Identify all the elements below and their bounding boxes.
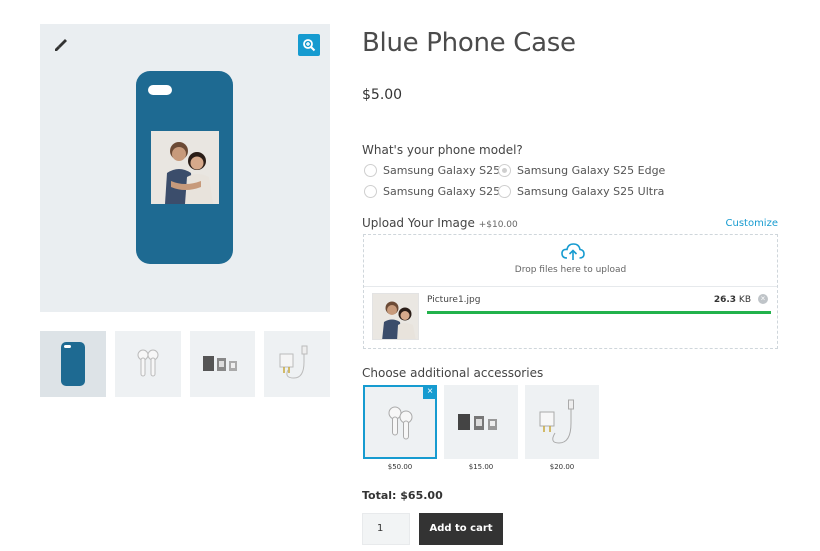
- accessory-sim-cards[interactable]: [444, 385, 518, 459]
- quantity-input[interactable]: 1: [362, 513, 410, 545]
- product-main-image[interactable]: [40, 24, 330, 312]
- thumbnail-charger[interactable]: [264, 331, 330, 397]
- sim-cards-icon: [203, 356, 238, 371]
- upload-label: Upload Your Image +$10.00: [362, 216, 518, 230]
- cloud-upload-icon: [561, 243, 585, 260]
- drop-files-text: Drop files here to upload: [514, 265, 627, 275]
- product-price: $5.00: [362, 87, 403, 103]
- charger-icon: [279, 345, 308, 379]
- radio-s25-edge[interactable]: Samsung Galaxy S25 Edge: [498, 164, 665, 177]
- accessory-price: $50.00: [387, 463, 413, 471]
- divider: [364, 286, 777, 287]
- accessory-earbuds[interactable]: ×: [363, 385, 437, 459]
- radio-circle[interactable]: [364, 164, 377, 177]
- custom-photo: [151, 131, 219, 204]
- accessory-price: $15.00: [468, 463, 494, 471]
- radio-label: Samsung Galaxy S25 Ultra: [517, 185, 665, 198]
- upload-progress-fill: [427, 311, 771, 314]
- brush-icon[interactable]: [54, 38, 68, 52]
- accessory-price: $20.00: [549, 463, 575, 471]
- product-title: Blue Phone Case: [362, 28, 576, 58]
- radio-label: Samsung Galaxy S25+: [383, 185, 510, 198]
- radio-circle[interactable]: [498, 164, 511, 177]
- accessories-label: Choose additional accessories: [362, 366, 544, 380]
- upload-label-text: Upload Your Image: [362, 216, 475, 230]
- zoom-in-icon: [303, 39, 316, 52]
- sim-cards-icon: [458, 414, 497, 430]
- remove-file-icon[interactable]: ×: [758, 294, 768, 304]
- upload-progress-bar: [427, 311, 771, 314]
- radio-label: Samsung Galaxy S25 Edge: [517, 164, 666, 177]
- phone-model-question: What's your phone model?: [362, 143, 523, 157]
- charger-icon: [539, 399, 574, 444]
- thumbnail-strip: [40, 331, 330, 397]
- uploaded-file-name: Picture1.jpg: [427, 295, 481, 305]
- camera-cutout: [148, 85, 172, 95]
- phone-case-preview: [136, 71, 233, 264]
- radio-s25-ultra[interactable]: Samsung Galaxy S25 Ultra: [498, 185, 664, 198]
- thumbnail-earbuds[interactable]: [114, 331, 181, 397]
- uploaded-file-thumbnail: [372, 293, 419, 340]
- remove-accessory-icon[interactable]: ×: [423, 385, 437, 399]
- thumbnail-sim-cards[interactable]: [189, 331, 256, 397]
- phone-case-icon: [60, 342, 85, 386]
- file-size-value: 26.3: [713, 295, 737, 305]
- add-to-cart-button[interactable]: Add to cart: [419, 513, 503, 545]
- order-total: Total: $65.00: [362, 489, 443, 502]
- file-size-unit: KB: [736, 295, 751, 305]
- uploaded-file-size: 26.3 KB: [714, 295, 751, 305]
- zoom-button[interactable]: [298, 34, 320, 56]
- upload-dropzone[interactable]: Drop files here to upload Picture1.jpg 2…: [363, 234, 778, 349]
- accessory-charger[interactable]: [525, 385, 599, 459]
- radio-circle[interactable]: [498, 185, 511, 198]
- customize-link[interactable]: Customize: [726, 218, 779, 229]
- thumbnail-phone-case[interactable]: [40, 331, 106, 397]
- upload-extra-price: +$10.00: [478, 220, 518, 230]
- radio-s25[interactable]: Samsung Galaxy S25: [364, 164, 500, 177]
- radio-label: Samsung Galaxy S25: [383, 164, 501, 177]
- earbuds-icon: [137, 349, 159, 377]
- radio-s25-plus[interactable]: Samsung Galaxy S25+: [364, 185, 509, 198]
- radio-circle[interactable]: [364, 185, 377, 198]
